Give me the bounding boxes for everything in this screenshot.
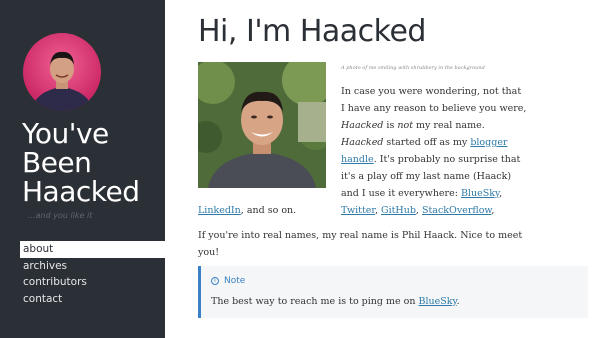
photo-caption: A photo of me smiling with shrubbery in … xyxy=(341,65,485,71)
intro-text: In case you were wondering, not that xyxy=(341,86,522,97)
realname-text: you! xyxy=(198,247,220,258)
nav-item-contact[interactable]: contact xyxy=(20,291,165,308)
intro-text: , xyxy=(491,205,495,216)
realname-paragraph: If you're into real names, my real name … xyxy=(198,227,522,261)
note-body: The best way to reach me is to ping me o… xyxy=(211,296,460,307)
info-icon: i xyxy=(211,277,219,285)
note-bluesky-link[interactable]: BlueSky xyxy=(419,296,457,307)
twitter-link[interactable]: Twitter xyxy=(341,205,375,216)
realname-text: If you're into real names, my real name … xyxy=(198,230,523,241)
intro-text: started off as my xyxy=(383,137,471,148)
intro-emphasis: not xyxy=(397,120,414,131)
nav-item-contributors[interactable]: contributors xyxy=(20,274,165,291)
github-link[interactable]: GitHub xyxy=(381,205,416,216)
intro-paragraph-end: LinkedIn, and so on. xyxy=(198,202,296,219)
site-title[interactable]: You've Been Haacked xyxy=(22,119,162,206)
blogger-handle-link[interactable]: blogger xyxy=(470,137,507,148)
main-content: Hi, I'm Haacked A photo of me smiling wi… xyxy=(198,0,588,338)
stackoverflow-link[interactable]: StackOverflow xyxy=(422,205,491,216)
note-text: . xyxy=(456,296,460,307)
main-nav: about archives contributors contact xyxy=(20,241,165,307)
avatar[interactable] xyxy=(23,33,101,111)
blogger-handle-link[interactable]: handle xyxy=(341,154,374,165)
note-label: Note xyxy=(224,276,246,286)
intro-text: I have any reason to believe you were, xyxy=(341,103,527,114)
sidebar: You've Been Haacked ...and you like it a… xyxy=(0,0,165,338)
intro-text: , xyxy=(499,188,503,199)
page-title: Hi, I'm Haacked xyxy=(198,14,426,49)
nav-item-about[interactable]: about xyxy=(20,241,165,258)
tagline: ...and you like it xyxy=(28,211,93,220)
profile-photo xyxy=(198,62,326,188)
intro-text: it's a play off my last name (Haack) xyxy=(341,171,512,182)
intro-text: is xyxy=(383,120,398,131)
note-callout: i Note The best way to reach me is to pin… xyxy=(198,266,588,318)
intro-text: my real name. xyxy=(413,120,485,131)
linkedin-link[interactable]: LinkedIn xyxy=(198,205,241,216)
intro-text: and I use it everywhere: xyxy=(341,188,461,199)
intro-paragraph: In case you were wondering, not that I h… xyxy=(341,83,526,219)
bluesky-link[interactable]: BlueSky xyxy=(461,188,499,199)
intro-name: Haacked xyxy=(341,120,384,131)
intro-text: , and so on. xyxy=(240,205,297,216)
nav-item-archives[interactable]: archives xyxy=(20,258,165,275)
note-text: The best way to reach me is to ping me o… xyxy=(211,296,419,307)
intro-text: . It's probably no surprise that xyxy=(373,154,521,165)
intro-name: Haacked xyxy=(341,137,384,148)
note-header: i Note xyxy=(211,276,245,286)
